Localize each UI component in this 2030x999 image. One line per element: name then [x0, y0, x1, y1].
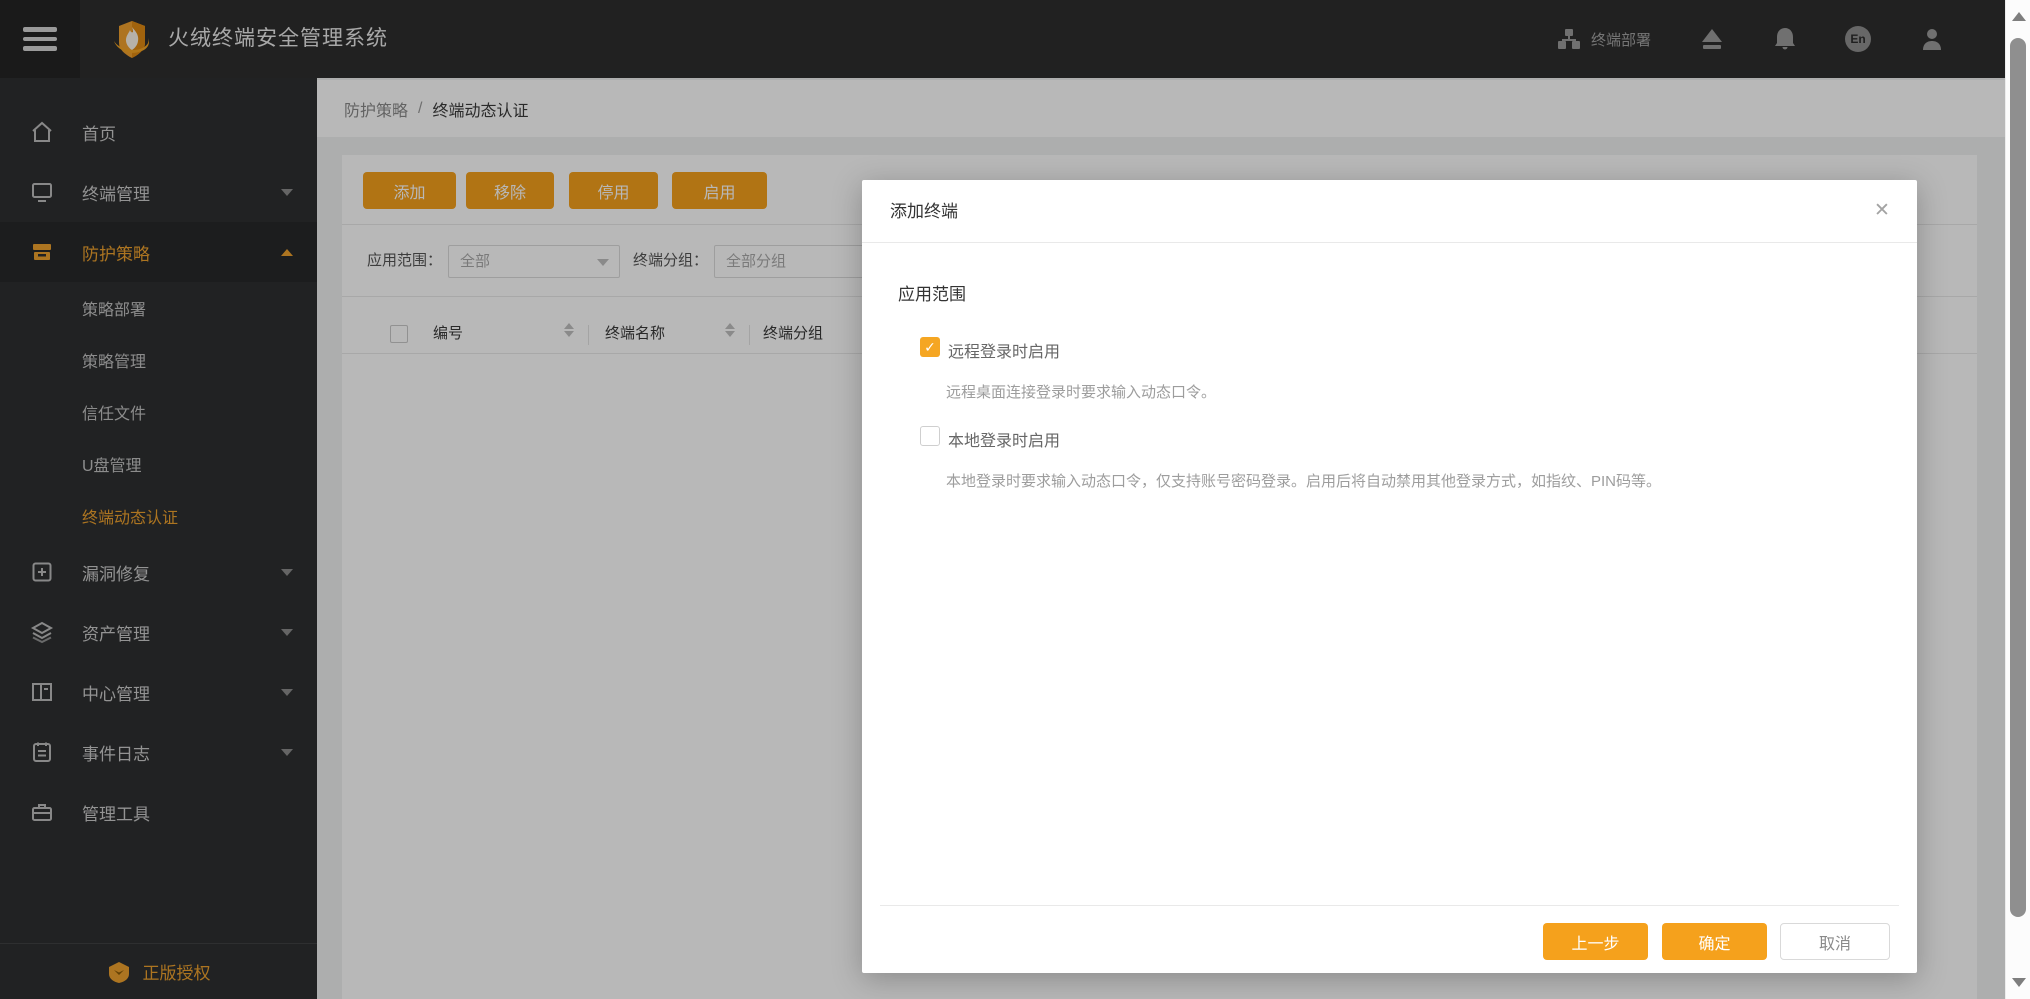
modal-section-title: 应用范围 — [898, 280, 966, 305]
confirm-button[interactable]: 确定 — [1662, 923, 1767, 960]
local-login-label[interactable]: 本地登录时启用 — [948, 427, 1060, 451]
modal-title: 添加终端 — [890, 180, 958, 243]
page-scrollbar — [2005, 0, 2030, 999]
scroll-up-arrow-icon[interactable] — [2012, 12, 2026, 21]
remote-login-desc: 远程桌面连接登录时要求输入动态口令。 — [946, 381, 1216, 402]
modal-footer-divider — [880, 905, 1899, 906]
add-terminal-modal: 添加终端 ✕ 应用范围 ✓ 远程登录时启用 远程桌面连接登录时要求输入动态口令。… — [862, 180, 1917, 973]
scrollbar-thumb[interactable] — [2010, 38, 2026, 917]
app-root: 火绒终端安全管理系统 终端部署 — [0, 0, 2030, 999]
local-login-desc: 本地登录时要求输入动态口令，仅支持账号密码登录。启用后将自动禁用其他登录方式，如… — [946, 470, 1661, 491]
remote-login-checkbox[interactable]: ✓ — [920, 337, 940, 357]
remote-login-label[interactable]: 远程登录时启用 — [948, 338, 1060, 362]
cancel-button[interactable]: 取消 — [1780, 923, 1890, 960]
close-icon[interactable]: ✕ — [1869, 198, 1895, 224]
local-login-checkbox[interactable] — [920, 426, 940, 446]
previous-step-button[interactable]: 上一步 — [1543, 923, 1648, 960]
modal-header: 添加终端 ✕ — [862, 180, 1917, 243]
scroll-down-arrow-icon[interactable] — [2012, 978, 2026, 987]
